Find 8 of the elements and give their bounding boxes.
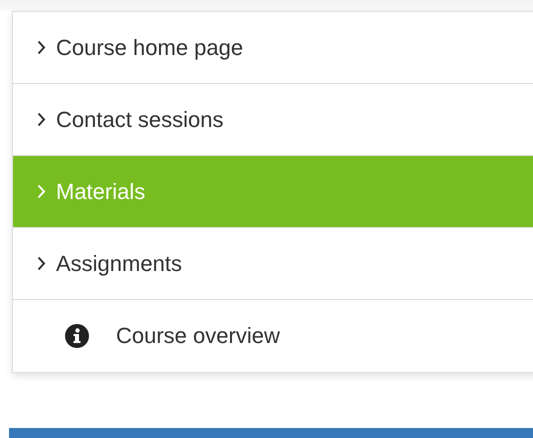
nav-item[interactable]: Assignments: [13, 228, 533, 300]
chevron-right-icon: [37, 256, 46, 271]
nav-item[interactable]: Course home page: [13, 12, 533, 84]
chevron-right-icon: [37, 40, 46, 55]
nav-item[interactable]: Course overview: [13, 300, 533, 372]
chevron-right-icon: [37, 184, 46, 199]
chevron-right-icon: [37, 112, 46, 127]
info-icon: [65, 324, 89, 348]
